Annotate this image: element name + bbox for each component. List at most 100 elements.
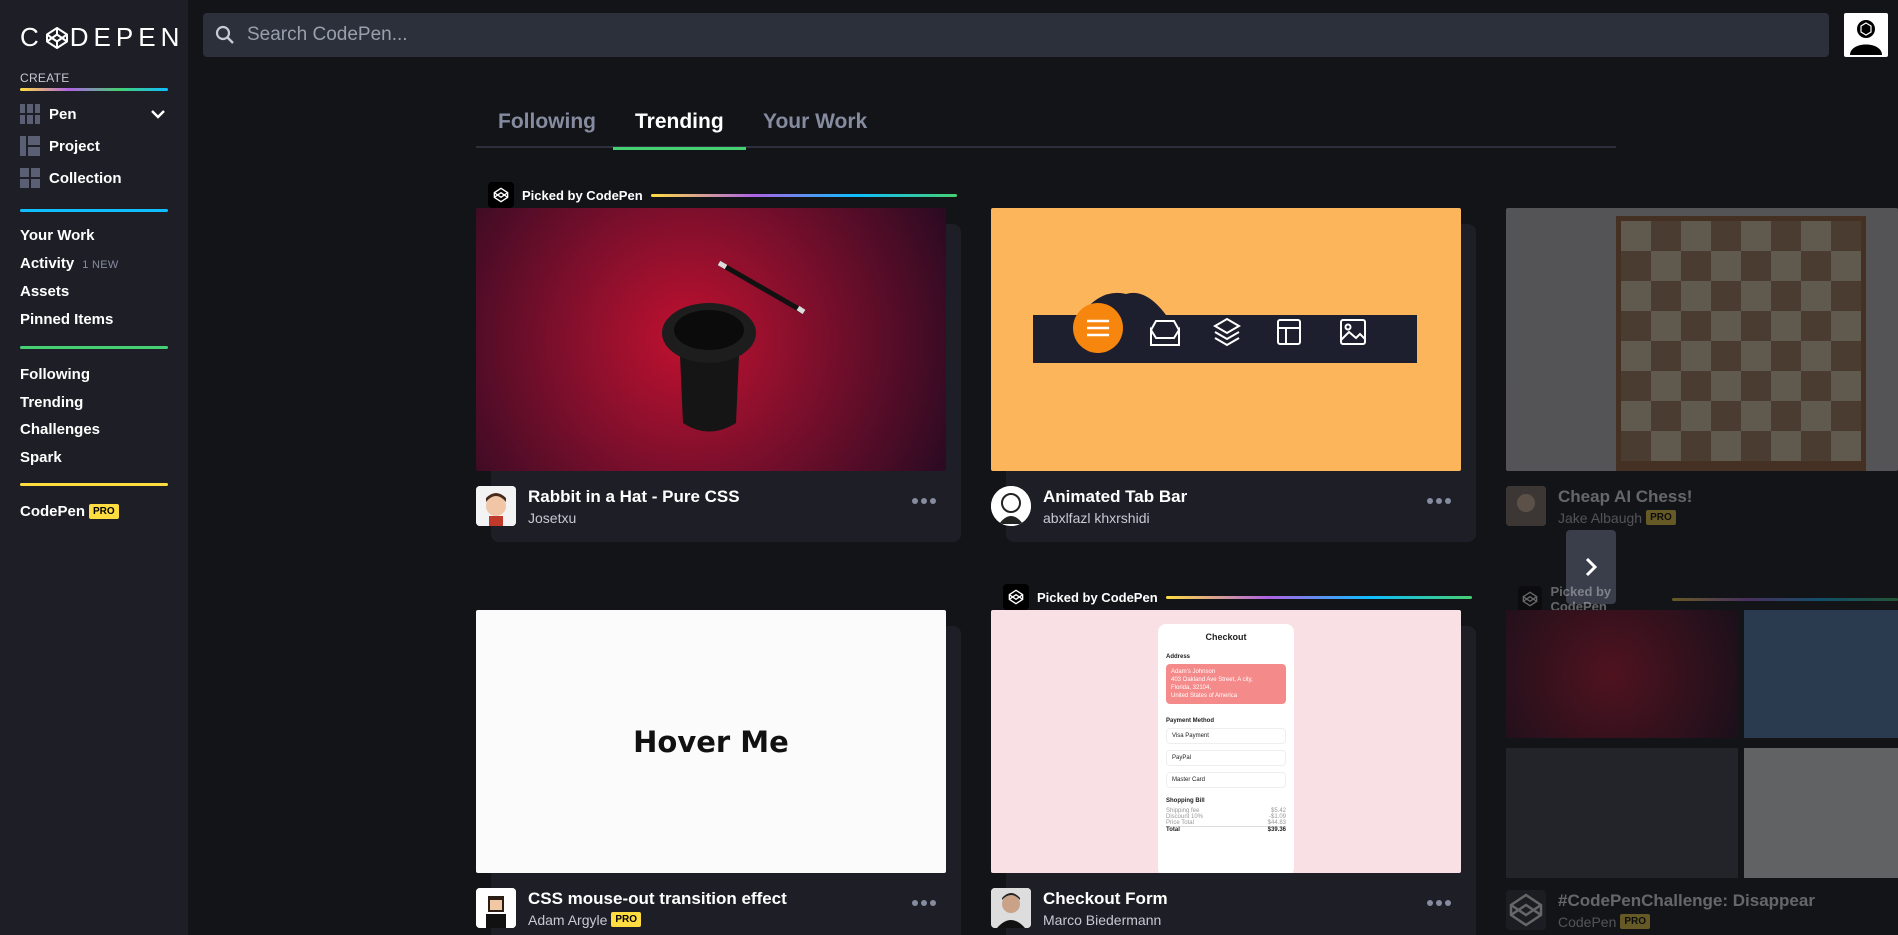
author-name: Jake Albaugh — [1558, 509, 1643, 526]
more-options-icon[interactable] — [912, 900, 936, 906]
card-thumbnail[interactable] — [1506, 208, 1898, 471]
card-author[interactable]: Adam Argyle PRO — [528, 912, 787, 928]
address-line: United States of America — [1171, 693, 1238, 699]
chess-square — [1771, 251, 1801, 281]
author-avatar[interactable] — [1506, 890, 1546, 930]
chess-square — [1741, 401, 1771, 431]
chess-square — [1711, 281, 1741, 311]
chess-square — [1831, 431, 1861, 461]
chess-square — [1621, 311, 1651, 341]
chess-square — [1651, 281, 1681, 311]
chess-square — [1741, 311, 1771, 341]
chess-square — [1681, 281, 1711, 311]
nav-spark[interactable]: Spark — [20, 449, 62, 466]
chess-square — [1801, 371, 1831, 401]
nav-trending[interactable]: Trending — [20, 394, 83, 411]
nav-your-work[interactable]: Your Work — [20, 227, 94, 244]
chess-square — [1711, 371, 1741, 401]
more-options-icon[interactable] — [912, 498, 936, 504]
chess-square — [1711, 431, 1741, 461]
chess-square — [1771, 401, 1801, 431]
chess-square — [1621, 251, 1651, 281]
card-title[interactable]: Rabbit in a Hat - Pure CSS — [528, 487, 740, 507]
card-meta: CSS mouse-out transition effect Adam Arg… — [476, 888, 946, 928]
chess-square — [1801, 341, 1831, 371]
bill-row-label: Price Total — [1166, 820, 1194, 826]
author-avatar[interactable] — [1506, 486, 1546, 526]
chess-square — [1711, 341, 1741, 371]
card-author[interactable]: Josetxu — [528, 510, 740, 526]
address-line: Florida, 32104, — [1171, 685, 1212, 691]
chess-square — [1801, 251, 1831, 281]
chess-square — [1681, 221, 1711, 251]
create-collection-button[interactable]: Collection — [20, 168, 122, 188]
nav-activity[interactable]: Activity 1 NEW — [20, 255, 119, 272]
bill-row: Total $39.36 — [1166, 826, 1286, 833]
card-thumbnail[interactable]: Checkout Address Adam's Johnson 403 Oakl… — [991, 610, 1461, 873]
card-title[interactable]: Cheap AI Chess! — [1558, 487, 1692, 507]
chess-square — [1681, 251, 1711, 281]
card-thumbnail[interactable]: Hover Me — [476, 610, 946, 873]
create-project-button[interactable]: Project — [20, 136, 100, 156]
author-avatar[interactable] — [991, 486, 1031, 526]
author-avatar[interactable] — [476, 486, 516, 526]
divider-yellow — [20, 483, 168, 486]
chess-square — [1741, 341, 1771, 371]
payment-option-label: PayPal — [1172, 755, 1192, 761]
author-avatar[interactable] — [991, 888, 1031, 928]
chess-square — [1681, 311, 1711, 341]
picked-badge: Picked by CodePen — [1003, 584, 1472, 610]
collection-thumb — [1744, 610, 1898, 738]
tab-trending[interactable]: Trending — [613, 110, 746, 150]
card-author[interactable]: Jake Albaugh PRO — [1558, 510, 1692, 526]
chess-square — [1771, 371, 1801, 401]
feed-tabs: Following Trending Your Work — [476, 106, 1616, 150]
user-avatar[interactable] — [1844, 13, 1888, 57]
chess-square — [1711, 401, 1741, 431]
chess-square — [1771, 341, 1801, 371]
create-pen-button[interactable]: Pen — [20, 104, 77, 124]
nav-assets[interactable]: Assets — [20, 283, 69, 300]
nav-challenges[interactable]: Challenges — [20, 421, 100, 438]
chess-square — [1831, 401, 1861, 431]
picked-label: Picked by CodePen — [522, 187, 643, 203]
checkout-payment-label: Payment Method — [1166, 718, 1215, 724]
card-thumbnail[interactable] — [991, 208, 1461, 471]
card-thumbnail[interactable] — [476, 208, 946, 471]
chess-square — [1741, 221, 1771, 251]
collection-thumbnail-grid[interactable] — [1506, 610, 1898, 878]
chess-square — [1831, 251, 1861, 281]
search-input[interactable] — [247, 24, 1747, 46]
chessboard-illustration — [1616, 216, 1866, 471]
more-options-icon[interactable] — [1427, 900, 1451, 906]
card-title[interactable]: Animated Tab Bar — [1043, 487, 1187, 507]
chess-square — [1651, 431, 1681, 461]
nav-trending-label: Trending — [20, 394, 84, 411]
chevron-down-icon[interactable] — [150, 108, 166, 120]
author-name: CodePen — [1558, 913, 1617, 930]
tab-your-work[interactable]: Your Work — [741, 110, 889, 150]
create-label: CREATE — [20, 71, 70, 85]
tab-following[interactable]: Following — [476, 110, 618, 150]
card-title[interactable]: CSS mouse-out transition effect — [528, 889, 787, 909]
chess-square — [1621, 341, 1651, 371]
create-project-label: Project — [49, 137, 100, 155]
chess-square — [1681, 341, 1711, 371]
card-author[interactable]: CodePen PRO — [1558, 914, 1815, 930]
bill-row-value: $44.83 — [1267, 820, 1286, 826]
card-title[interactable]: #CodePenChallenge: Disappear — [1558, 891, 1815, 911]
more-options-icon[interactable] — [1427, 498, 1451, 504]
nav-following[interactable]: Following — [20, 366, 90, 383]
card-author[interactable]: abxlfazl khxrshidi — [1043, 510, 1187, 526]
search-bar[interactable] — [203, 13, 1829, 57]
chess-square — [1621, 221, 1651, 251]
card-author[interactable]: Marco Biedermann — [1043, 912, 1168, 928]
codepen-logo[interactable]: C DEPEN — [20, 22, 184, 53]
nav-codepen-pro[interactable]: CodePen PRO — [20, 503, 119, 520]
chess-square — [1651, 251, 1681, 281]
card-title[interactable]: Checkout Form — [1043, 889, 1168, 909]
chess-square — [1741, 371, 1771, 401]
author-avatar[interactable] — [476, 888, 516, 928]
chess-square — [1621, 281, 1651, 311]
nav-pinned-items[interactable]: Pinned Items — [20, 311, 113, 328]
